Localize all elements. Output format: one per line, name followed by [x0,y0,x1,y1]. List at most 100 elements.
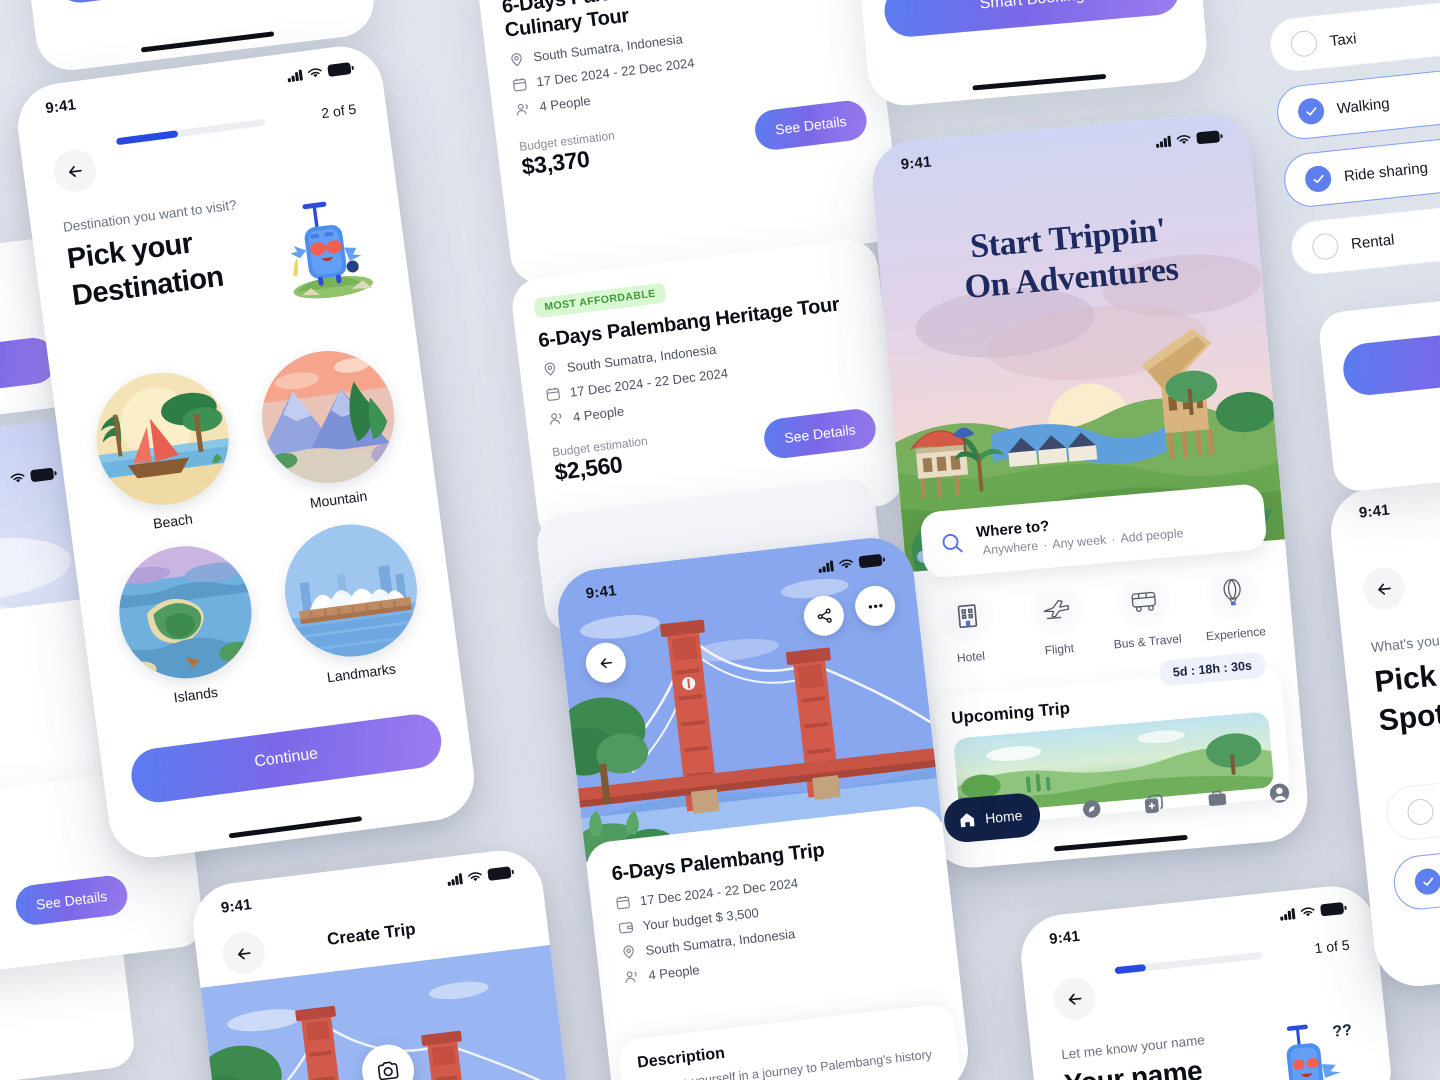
nav-item-trips[interactable] [1205,786,1229,810]
category-option-beach[interactable]: Beach [82,364,246,539]
status-time: 9:41 [44,95,78,117]
transport-label: Ride sharing [1343,158,1429,185]
category-bus-travel[interactable]: Bus & Travel [1101,570,1189,652]
category-label: Islands [172,683,219,706]
destination-category-grid: Beach Mountain Islands Landmarks [82,342,435,712]
home-indicator [140,31,275,53]
progress-bar-fill [1114,964,1147,975]
radio-unchecked-icon [1311,232,1340,261]
wifi-icon [1176,134,1191,144]
radio-checked-icon [1303,164,1333,194]
arrow-left-icon [1068,993,1081,1005]
briefcase-icon [1208,790,1226,806]
category-label: Mountain [308,487,369,512]
category-option-mountain[interactable]: Mountain [247,342,411,517]
back-button[interactable] [220,929,268,977]
location-pin-icon [511,52,522,67]
nav-item-add[interactable] [1142,791,1167,816]
transport-label: Walking [1336,94,1391,118]
radio-checked-icon [1413,867,1440,896]
step-counter: 1 of 5 [1313,936,1351,957]
battery-icon [327,62,352,77]
tour-people: 4 People [538,93,592,115]
islands-illustration [110,538,259,687]
battery-icon [1196,130,1221,145]
signal-icon [1279,907,1296,921]
spot-option-1[interactable] [1383,756,1440,843]
signal-icon [818,559,834,573]
see-details-button[interactable]: See Details [752,98,869,152]
trip-detail-panel: 6-Days Palembang Trip 17 Dec 2024 - 22 D… [584,803,973,1080]
wifi-icon [307,67,322,77]
compass-icon [1082,800,1101,818]
balloon-icon [1203,563,1262,623]
people-icon [516,103,528,116]
spot-option-list [1383,756,1440,913]
status-icons [818,554,883,573]
calendar-icon [616,895,630,910]
smart-booking-button[interactable]: Smart Booking [882,0,1182,39]
arrow-left-icon [600,657,612,668]
nav-item-home[interactable]: Home [942,791,1043,844]
status-icons [1155,130,1221,148]
camera-icon [377,1061,399,1080]
status-time: 9:41 [584,581,618,602]
arrow-left-icon [1377,583,1391,595]
battery-icon [1320,902,1345,917]
search-when: Any week [1051,532,1107,552]
partial-gradient-button-top[interactable] [51,0,344,6]
back-button[interactable] [51,147,99,195]
partial-gradient-button-right[interactable] [1340,322,1440,398]
location-pin-icon [623,945,634,959]
nav-item-explore[interactable] [1080,797,1104,821]
category-label: Experience [1205,624,1267,644]
people-icon [625,971,637,983]
phone-home-screen: 9:41 Start Trippin' On Adventures Where … [868,110,1312,872]
landmarks-illustration [276,516,425,665]
category-label: Beach [152,510,194,532]
tour-people: 4 People [572,403,625,425]
status-icons [447,866,512,886]
signal-icon [447,872,463,886]
arrow-left-icon [237,947,251,959]
category-flight[interactable]: Flight [1013,578,1101,660]
category-shortcut-row: Hotel Flight Bus & Travel Experience [924,563,1277,668]
battery-icon [858,554,883,569]
category-experience[interactable]: Experience [1189,563,1277,645]
transport-option-taxi[interactable]: Taxi [1267,0,1440,75]
wallet-icon [618,922,634,934]
progress-bar-fill [115,130,178,146]
add-square-icon [1144,793,1164,813]
hotel-icon [938,586,997,646]
trip-people: 4 People [647,961,701,983]
back-button[interactable] [1360,565,1408,612]
category-hotel[interactable]: Hotel [924,586,1012,668]
see-details-button-left[interactable]: See Details [13,873,130,927]
nav-label-home: Home [984,807,1024,827]
step-counter: 2 of 5 [320,100,358,122]
check-icon [1305,106,1316,116]
category-option-landmarks[interactable]: Landmarks [270,516,434,691]
status-icons [10,467,55,485]
back-button[interactable] [1051,975,1098,1022]
battery-icon [30,467,55,482]
suitcase-mascot-illustration [290,201,373,299]
countdown-badge: 5d : 18h : 30s [1157,651,1267,687]
status-time: 9:41 [1048,927,1081,948]
transport-options-panel: Taxi Walking Ride sharing Rental [1267,0,1440,277]
search-where: Anywhere [982,538,1039,558]
trip-budget: Your budget $ 3,500 [641,904,760,933]
wifi-icon [10,472,25,482]
see-details-button[interactable]: See Details [761,407,878,461]
nav-item-profile[interactable] [1267,780,1292,805]
page-title: Pick your Spot [1373,649,1440,741]
category-label: Hotel [956,648,986,666]
signal-icon [1155,135,1172,148]
category-option-islands[interactable]: Islands [104,537,268,712]
showcase-canvas: itage & Dec 2024 See Details ng Heritage… [0,0,1440,1080]
continue-button[interactable]: Continue [128,711,445,806]
description-card: Description Immerse yourself in a journe… [616,1002,964,1080]
suitcase-mascot-illustration: ?? [1286,1022,1353,1080]
home-indicator [1053,834,1188,852]
category-label: Bus & Travel [1113,631,1183,652]
